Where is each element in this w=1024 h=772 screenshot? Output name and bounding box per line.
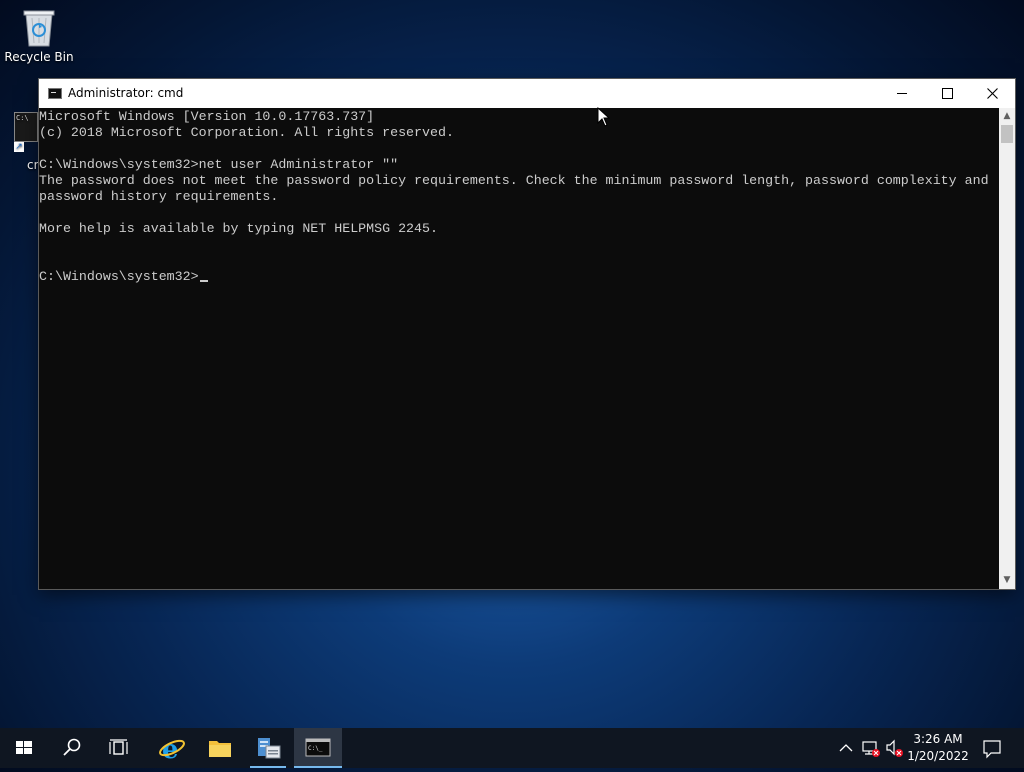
clock-date: 1/20/2022 xyxy=(907,749,969,763)
console-line: Microsoft Windows [Version 10.0.17763.73… xyxy=(39,109,375,124)
svg-text:e: e xyxy=(162,735,179,765)
shortcut-arrow-icon: ↗ xyxy=(14,142,24,152)
minimize-button[interactable] xyxy=(879,79,925,108)
clock-time: 3:26 AM xyxy=(913,732,963,746)
window-title: Administrator: cmd xyxy=(68,86,184,100)
mouse-pointer-icon xyxy=(597,107,611,127)
minimize-icon xyxy=(897,92,907,94)
cmd-taskbar-button[interactable]: C:\_ xyxy=(294,728,342,768)
start-button[interactable] xyxy=(0,728,48,768)
search-button[interactable] xyxy=(48,728,96,768)
scrollbar-thumb[interactable] xyxy=(1001,125,1013,143)
console-output[interactable]: Microsoft Windows [Version 10.0.17763.73… xyxy=(39,108,999,589)
action-center-button[interactable] xyxy=(980,728,1004,768)
file-explorer-taskbar-button[interactable] xyxy=(196,728,244,768)
chevron-up-icon: ▲ xyxy=(1003,111,1011,121)
recycle-bin-shortcut[interactable]: Recycle Bin xyxy=(4,6,74,64)
text-cursor xyxy=(199,280,208,282)
scroll-up-button[interactable]: ▲ xyxy=(999,108,1015,125)
cmd-shortcut-icon: C:\ xyxy=(14,112,38,142)
vertical-scrollbar[interactable]: ▲ ▼ xyxy=(999,108,1015,589)
folder-icon xyxy=(209,741,231,757)
network-error-icon xyxy=(862,741,880,757)
cmd-icon[interactable] xyxy=(48,88,62,99)
title-bar[interactable]: Administrator: cmd xyxy=(39,79,1015,108)
scroll-down-button[interactable]: ▼ xyxy=(999,572,1015,589)
action-center-icon xyxy=(983,740,1001,759)
volume-control[interactable] xyxy=(884,728,906,768)
clock[interactable]: 3:26 AM 1/20/2022 xyxy=(905,731,971,765)
server-manager-icon xyxy=(258,738,281,759)
command-prompt: C:\Windows\system32> xyxy=(39,269,199,284)
close-icon xyxy=(986,87,998,99)
console-line: More help is available by typing NET HEL… xyxy=(39,221,438,236)
internet-explorer-icon: e xyxy=(159,735,185,765)
network-status[interactable] xyxy=(860,728,882,768)
volume-muted-icon xyxy=(886,739,903,757)
cmd-icon: C:\_ xyxy=(305,738,331,757)
cmd-window[interactable]: Administrator: cmd Microsoft Windows [Ve… xyxy=(39,79,1015,589)
maximize-icon xyxy=(941,87,953,99)
show-hidden-icons-button[interactable] xyxy=(836,728,856,768)
server-manager-taskbar-button[interactable] xyxy=(244,728,292,768)
recycle-bin-icon xyxy=(22,6,56,48)
search-icon xyxy=(63,738,81,756)
maximize-button[interactable] xyxy=(924,79,970,108)
task-view-icon xyxy=(109,739,128,755)
close-button[interactable] xyxy=(969,79,1015,108)
windows-logo-icon xyxy=(16,741,32,754)
console-line: password history requirements. xyxy=(39,189,279,204)
svg-text:C:\_: C:\_ xyxy=(308,745,323,752)
console-line: (c) 2018 Microsoft Corporation. All righ… xyxy=(39,125,454,140)
console-line: The password does not meet the password … xyxy=(39,173,989,188)
internet-explorer-taskbar-button[interactable]: e xyxy=(148,728,196,768)
cmd-desktop-shortcut[interactable]: C:\ ↗ cm xyxy=(14,112,45,172)
chevron-down-icon: ▼ xyxy=(1003,575,1011,585)
recycle-bin-label: Recycle Bin xyxy=(4,50,74,64)
chevron-up-icon xyxy=(839,744,853,752)
prompt-line[interactable]: C:\Windows\system32> xyxy=(39,269,208,285)
task-view-button[interactable] xyxy=(96,728,144,768)
console-line: C:\Windows\system32>net user Administrat… xyxy=(39,157,399,172)
taskbar: e C:\_ 3:26 AM 1/20/2022 xyxy=(0,728,1024,768)
